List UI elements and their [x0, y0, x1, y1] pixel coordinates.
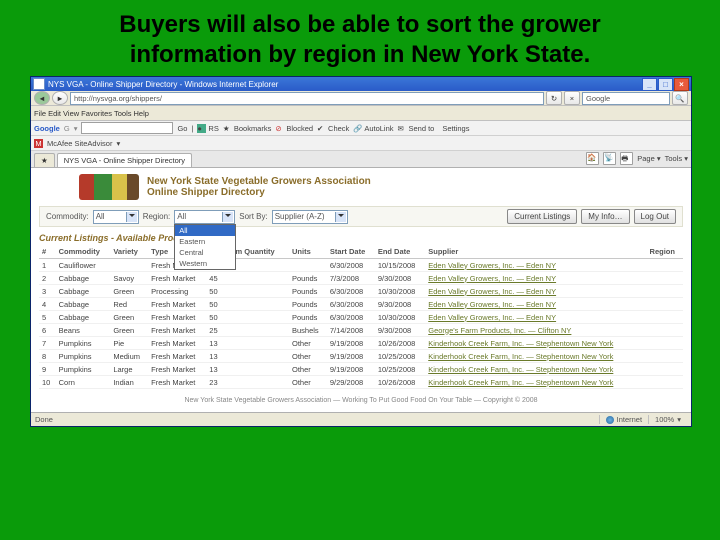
status-bar: Done Internet 100% ▾ [31, 412, 691, 426]
address-bar[interactable]: http://nysvga.org/shippers/ [70, 92, 544, 105]
menu-help[interactable]: Help [134, 109, 149, 118]
page-tab[interactable]: NYS VGA - Online Shipper Directory [57, 153, 192, 167]
search-button[interactable]: 🔍 [672, 91, 688, 105]
forward-button[interactable]: ► [52, 91, 68, 105]
toolbar-bookmarks[interactable]: ★Bookmarks [223, 124, 272, 133]
association-title: New York State Vegetable Growers Associa… [147, 176, 371, 198]
google-search-input[interactable] [81, 122, 173, 134]
supplier-link[interactable]: Eden Valley Growers, Inc. — Eden NY [425, 272, 646, 285]
close-button[interactable]: × [674, 78, 689, 91]
table-row: 9PumpkinsLargeFresh Market13Other9/19/20… [39, 363, 683, 376]
tools-menu[interactable]: Tools ▾ [665, 154, 688, 163]
google-toolbar: Google G▾ Go | ●RS ★Bookmarks ⊘Blocked ✔… [31, 121, 691, 136]
region-option-all[interactable]: All [175, 225, 235, 236]
ie-icon [33, 78, 45, 90]
feeds-button[interactable]: 📡 [603, 152, 616, 165]
supplier-link[interactable]: Eden Valley Growers, Inc. — Eden NY [425, 298, 646, 311]
mcafee-bar: M McAfee SiteAdvisor ▾ [31, 136, 691, 151]
search-box[interactable]: Google [582, 92, 670, 105]
status-done: Done [35, 415, 53, 424]
table-header-row: #CommodityVarietyType Minimum QuantityUn… [39, 245, 683, 259]
status-zoom[interactable]: 100% ▾ [648, 415, 687, 424]
page-menu[interactable]: Page ▾ [637, 154, 660, 163]
supplier-link[interactable]: Kinderhook Creek Farm, Inc. — Stephentow… [425, 376, 646, 389]
region-select[interactable]: All All Eastern Central Western [174, 210, 235, 224]
commodity-select[interactable]: All [93, 210, 139, 224]
supplier-link[interactable]: Kinderhook Creek Farm, Inc. — Stephentow… [425, 363, 646, 376]
mcafee-label: McAfee SiteAdvisor [47, 139, 112, 148]
print-button[interactable]: 🖶 [620, 152, 633, 165]
google-logo: Google [34, 124, 60, 133]
menu-view[interactable]: View [63, 109, 79, 118]
window-titlebar: NYS VGA - Online Shipper Directory - Win… [31, 77, 691, 91]
menu-file[interactable]: File [34, 109, 46, 118]
tab-strip: ★ NYS VGA - Online Shipper Directory 🏠 📡… [31, 151, 691, 168]
toolbar-rs[interactable]: ●RS [197, 124, 218, 133]
table-row: 6BeansGreenFresh Market25Bushels7/14/200… [39, 324, 683, 337]
page-footer: New York State Vegetable Growers Associa… [39, 389, 683, 406]
supplier-link[interactable]: Kinderhook Creek Farm, Inc. — Stephentow… [425, 350, 646, 363]
current-listings-button[interactable]: Current Listings [507, 209, 577, 224]
region-option-eastern[interactable]: Eastern [175, 236, 235, 247]
logout-button[interactable]: Log Out [634, 209, 676, 224]
mcafee-icon: M [34, 139, 43, 148]
menu-edit[interactable]: Edit [48, 109, 61, 118]
filter-bar: Commodity: All Region: All All Eastern C… [39, 206, 683, 227]
my-info-button[interactable]: My Info… [581, 209, 629, 224]
maximize-button[interactable]: □ [658, 78, 673, 91]
minimize-button[interactable]: _ [642, 78, 657, 91]
menu-bar: File Edit View Favorites Tools Help [31, 106, 691, 121]
back-button[interactable]: ◄ [34, 91, 50, 105]
region-dropdown: All Eastern Central Western [174, 224, 236, 270]
table-row: 7PumpkinsPieFresh Market13Other9/19/2008… [39, 337, 683, 350]
table-row: 2CabbageSavoyFresh Market45Pounds7/3/200… [39, 272, 683, 285]
refresh-button[interactable]: ↻ [546, 91, 562, 105]
table-row: 4CabbageRedFresh Market50Pounds6/30/2008… [39, 298, 683, 311]
region-option-western[interactable]: Western [175, 258, 235, 269]
table-row: 3CabbageGreenProcessing50Pounds6/30/2008… [39, 285, 683, 298]
toolbar-blocked[interactable]: ⊘Blocked [275, 124, 313, 133]
nysvga-logo [79, 174, 139, 200]
slide-title: Buyers will also be able to sort the gro… [0, 0, 720, 76]
toolbar-autolink[interactable]: 🔗AutoLink [353, 124, 393, 133]
nav-toolbar: ◄ ► http://nysvga.org/shippers/ ↻ × Goog… [31, 91, 691, 106]
favorites-tab-button[interactable]: ★ [34, 153, 55, 167]
section-title: Current Listings - Available Produce [39, 233, 683, 243]
menu-favorites[interactable]: Favorites [81, 109, 112, 118]
listings-table: #CommodityVarietyType Minimum QuantityUn… [39, 245, 683, 389]
region-label: Region: [143, 212, 171, 221]
status-zone: Internet [599, 415, 648, 424]
toolbar-settings[interactable]: Settings [442, 124, 469, 133]
browser-window: NYS VGA - Online Shipper Directory - Win… [30, 76, 692, 427]
toolbar-check[interactable]: ✔Check [317, 124, 349, 133]
table-row: 10CornIndianFresh Market23Other9/29/2008… [39, 376, 683, 389]
menu-tools[interactable]: Tools [114, 109, 132, 118]
stop-button[interactable]: × [564, 91, 580, 105]
commodity-label: Commodity: [46, 212, 89, 221]
supplier-link[interactable]: Eden Valley Growers, Inc. — Eden NY [425, 285, 646, 298]
region-option-central[interactable]: Central [175, 247, 235, 258]
table-row: 1CauliflowerFresh Market6/30/200810/15/2… [39, 259, 683, 272]
supplier-link[interactable]: Kinderhook Creek Farm, Inc. — Stephentow… [425, 337, 646, 350]
sortby-select[interactable]: Supplier (A-Z) [272, 210, 348, 224]
table-row: 8PumpkinsMediumFresh Market13Other9/19/2… [39, 350, 683, 363]
supplier-link[interactable]: Eden Valley Growers, Inc. — Eden NY [425, 311, 646, 324]
globe-icon [606, 416, 614, 424]
supplier-link[interactable]: Eden Valley Growers, Inc. — Eden NY [425, 259, 646, 272]
toolbar-sendto[interactable]: ✉Send to [398, 124, 435, 133]
table-row: 5CabbageGreenFresh Market50Pounds6/30/20… [39, 311, 683, 324]
home-button[interactable]: 🏠 [586, 152, 599, 165]
page-content: New York State Vegetable Growers Associa… [31, 168, 691, 412]
sortby-label: Sort By: [239, 212, 267, 221]
google-go-button[interactable]: Go [177, 124, 187, 133]
window-title: NYS VGA - Online Shipper Directory - Win… [48, 80, 641, 89]
supplier-link[interactable]: George's Farm Products, Inc. — Clifton N… [425, 324, 646, 337]
